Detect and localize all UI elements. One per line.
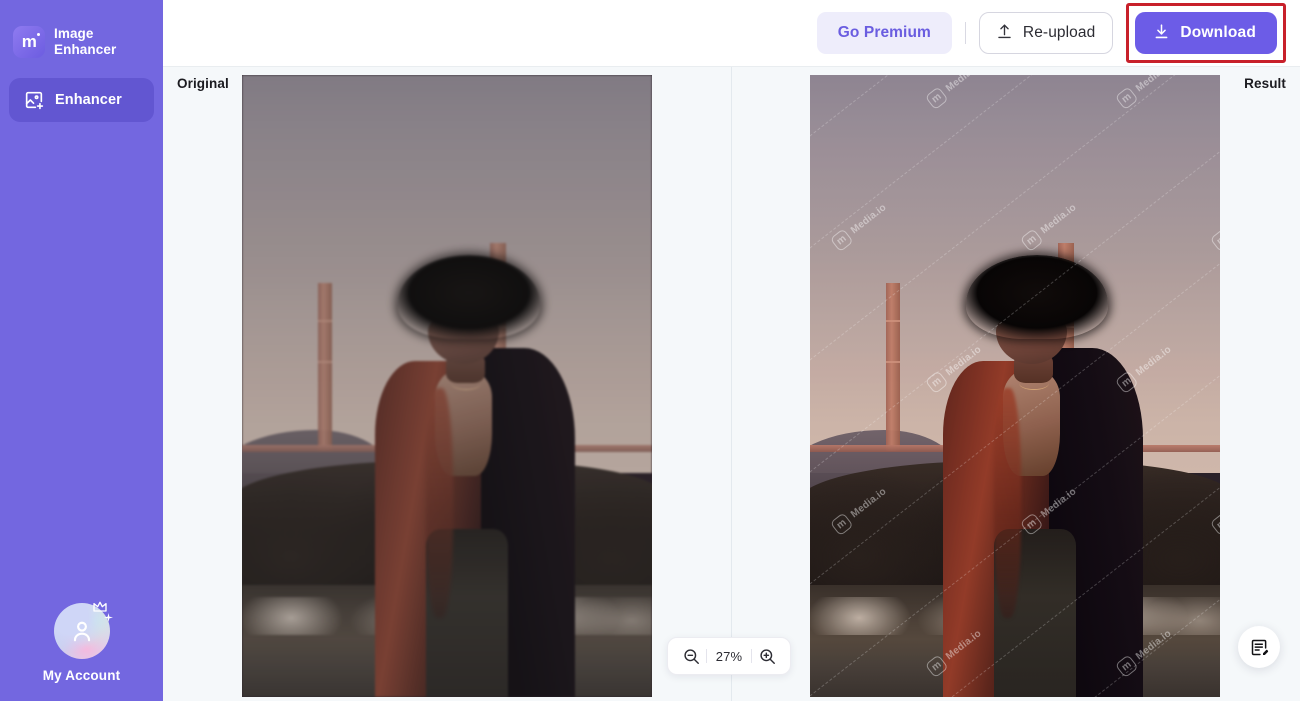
feedback-button[interactable] [1238,626,1280,668]
brand-title: Image Enhancer [54,26,116,57]
top-toolbar: Go Premium Re-upload Download [163,0,1300,66]
download-highlight-wrapper: Download [1126,3,1286,63]
sidebar: m Image Enhancer Enhancer My Account [0,0,163,701]
download-label: Download [1180,24,1256,41]
result-label: Result [1244,76,1286,91]
crown-icon [92,601,107,612]
magnifier-plus-icon [759,648,775,664]
media-io-logo-icon: m [13,25,45,58]
magnifier-minus-icon [683,648,699,664]
my-account-button[interactable]: My Account [0,601,163,701]
upload-icon [995,22,1014,44]
re-upload-button[interactable]: Re-upload [978,12,1114,54]
zoom-control: 27% [667,637,791,675]
zoom-value[interactable]: 27% [707,649,751,664]
zoom-in-button[interactable] [752,641,782,671]
re-upload-label: Re-upload [1022,24,1096,41]
original-image[interactable] [242,75,652,697]
result-image-content [810,75,1220,697]
zoom-out-button[interactable] [676,641,706,671]
download-icon [1152,22,1171,44]
logo-letter: m [21,31,37,51]
compare-divider[interactable] [731,67,732,701]
avatar-wrap [53,601,113,659]
brand-logo-block[interactable]: m Image Enhancer [0,0,163,66]
sidebar-item-enhancer[interactable]: Enhancer [9,78,154,122]
my-account-label: My Account [42,668,121,683]
sidebar-nav: Enhancer [0,66,163,122]
brand-title-line1: Image [54,25,94,41]
go-premium-button[interactable]: Go Premium [816,12,952,54]
sparkle-icon [103,613,113,622]
result-image[interactable]: mMedia.iomMedia.iomMedia.iomMedia.iomMed… [810,75,1220,697]
logo-dot [37,32,40,36]
image-enhance-icon [23,89,45,111]
person-icon [73,621,90,642]
toolbar-divider [964,22,966,44]
app-root: m Image Enhancer Enhancer My Account Go … [0,0,1300,701]
original-image-content [242,75,652,697]
compare-canvas: Original Result m m m Media.io m Media.i… [163,66,1300,701]
download-button[interactable]: Download [1135,12,1277,54]
sidebar-item-label: Enhancer [55,92,122,108]
feedback-note-icon [1251,639,1268,655]
brand-title-line2: Enhancer [54,41,117,57]
original-label: Original [177,76,229,91]
main-area: Go Premium Re-upload Download Original R… [163,0,1300,701]
